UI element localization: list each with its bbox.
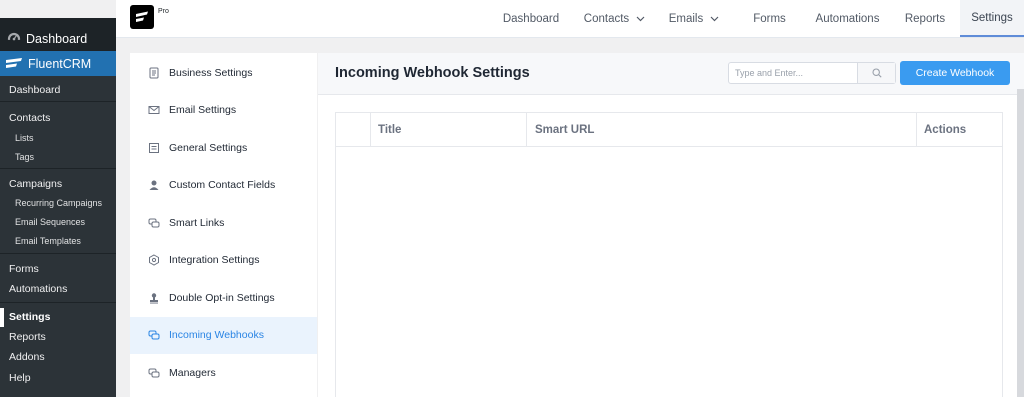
admin-bar-gap bbox=[0, 0, 116, 18]
search-button[interactable] bbox=[857, 63, 895, 83]
search-box bbox=[728, 62, 896, 84]
settings-menu: Business Settings Email Settings General S… bbox=[130, 53, 317, 397]
wp-submenu-item-recurring-campaigns[interactable]: Recurring Campaigns bbox=[0, 195, 116, 211]
wp-submenu-item-tags[interactable]: Tags bbox=[0, 149, 116, 165]
wp-submenu-item-contacts[interactable]: Contacts bbox=[0, 109, 116, 127]
settings-menu-label: Managers bbox=[169, 366, 216, 379]
create-webhook-button[interactable]: Create Webhook bbox=[900, 61, 1010, 85]
settings-menu-item-incoming-webhooks[interactable]: Incoming Webhooks bbox=[130, 316, 317, 354]
column-header-select bbox=[336, 113, 371, 147]
fluentcrm-mark-icon bbox=[136, 11, 148, 22]
webhook-table: Title Smart URL Actions bbox=[335, 112, 1003, 397]
webhook-icon bbox=[148, 329, 160, 341]
wp-submenu-item-campaigns[interactable]: Campaigns bbox=[0, 175, 116, 193]
settings-menu-label: Email Settings bbox=[169, 104, 237, 116]
nav-item-label: Automations bbox=[815, 12, 880, 25]
list-icon bbox=[148, 142, 160, 154]
webhook-settings-panel: Incoming Webhook Settings Create Webhook… bbox=[318, 53, 1024, 397]
wp-submenu-item-help[interactable]: Help bbox=[0, 369, 116, 387]
gauge-icon bbox=[7, 32, 21, 46]
settings-menu-item-general-settings[interactable]: General Settings bbox=[130, 129, 317, 166]
puzzle-icon bbox=[148, 254, 160, 266]
search-icon bbox=[871, 68, 882, 78]
pro-badge: Pro bbox=[158, 8, 169, 15]
chat-icon bbox=[148, 217, 160, 229]
settings-menu-label: Double Opt-in Settings bbox=[169, 291, 275, 304]
nav-item-automations[interactable]: Automations bbox=[803, 0, 892, 37]
wp-submenu-item-forms[interactable]: Forms bbox=[0, 260, 116, 278]
settings-menu-item-email-settings[interactable]: Email Settings bbox=[130, 92, 317, 129]
menu-separator bbox=[0, 253, 116, 254]
settings-menu-item-business-settings[interactable]: Business Settings bbox=[130, 54, 317, 91]
top-navigation: Pro Dashboard Contacts Emails Forms Automati… bbox=[116, 0, 1024, 38]
page-title: Incoming Webhook Settings bbox=[335, 65, 530, 81]
chat-icon bbox=[148, 367, 160, 379]
wp-dashboard-label: Dashboard bbox=[26, 32, 88, 46]
chevron-down-icon bbox=[636, 14, 645, 24]
menu-separator bbox=[0, 101, 116, 102]
fluentcrm-logo[interactable] bbox=[130, 5, 154, 29]
settings-menu-item-custom-contact-fields[interactable]: Custom Contact Fields bbox=[130, 167, 317, 204]
page-scrollbar[interactable] bbox=[1017, 89, 1024, 397]
wp-submenu-item-settings[interactable]: Settings bbox=[0, 308, 116, 326]
column-header-smart-url: Smart URL bbox=[527, 113, 917, 147]
wp-submenu-item-dashboard[interactable]: Dashboard bbox=[0, 81, 116, 99]
fluentcrm-logo-icon bbox=[6, 57, 22, 68]
wp-dashboard-link[interactable]: Dashboard bbox=[0, 28, 116, 50]
wp-submenu-item-email-sequences[interactable]: Email Sequences bbox=[0, 214, 116, 230]
nav-item-forms[interactable]: Forms bbox=[732, 0, 807, 37]
nav-item-contacts[interactable]: Contacts bbox=[573, 0, 656, 37]
settings-menu-label: Incoming Webhooks bbox=[169, 329, 264, 341]
nav-item-emails[interactable]: Emails bbox=[656, 0, 732, 37]
menu-separator bbox=[0, 302, 116, 303]
nav-item-label: Contacts bbox=[583, 12, 630, 25]
document-icon bbox=[148, 67, 160, 79]
column-header-actions: Actions bbox=[924, 124, 967, 136]
nav-item-label: Settings bbox=[971, 11, 1013, 24]
nav-item-label: Forms bbox=[753, 12, 786, 25]
settings-menu-item-smart-links[interactable]: Smart Links bbox=[130, 204, 317, 241]
settings-menu-label: Integration Settings bbox=[169, 254, 260, 266]
nav-item-label: Dashboard bbox=[502, 12, 560, 25]
settings-menu-item-double-opt-in-settings[interactable]: Double Opt-in Settings bbox=[130, 279, 317, 316]
nav-item-settings[interactable]: Settings bbox=[960, 0, 1024, 37]
nav-item-dashboard[interactable]: Dashboard bbox=[491, 0, 571, 37]
wp-submenu-item-email-templates[interactable]: Email Templates bbox=[0, 233, 116, 249]
settings-menu-label: Business Settings bbox=[169, 66, 253, 79]
wp-submenu-item-addons[interactable]: Addons bbox=[0, 348, 116, 366]
wp-submenu-item-lists[interactable]: Lists bbox=[0, 130, 116, 146]
settings-menu-label: Smart Links bbox=[169, 216, 225, 229]
stamp-icon bbox=[148, 292, 160, 304]
nav-item-reports[interactable]: Reports bbox=[892, 0, 958, 37]
nav-item-label: Emails bbox=[668, 12, 704, 25]
envelope-icon bbox=[148, 104, 160, 116]
chevron-down-icon bbox=[710, 14, 719, 24]
fluentcrm-menu-link[interactable]: FluentCRM bbox=[0, 51, 116, 76]
wp-submenu-item-automations[interactable]: Automations bbox=[0, 280, 116, 298]
search-input[interactable] bbox=[729, 63, 857, 83]
nav-item-label: Reports bbox=[904, 12, 946, 25]
settings-menu-label: General Settings bbox=[169, 141, 248, 154]
wp-admin-sidebar: Dashboard FluentCRM Dashboard Contacts Lis… bbox=[0, 0, 116, 397]
menu-separator bbox=[0, 168, 116, 169]
settings-menu-item-managers[interactable]: Managers bbox=[130, 354, 317, 391]
settings-menu-item-integration-settings[interactable]: Integration Settings bbox=[130, 242, 317, 279]
wp-submenu-item-reports[interactable]: Reports bbox=[0, 328, 116, 346]
panel-header: Incoming Webhook Settings Create Webhook bbox=[318, 53, 1024, 95]
settings-menu-label: Custom Contact Fields bbox=[169, 179, 276, 191]
fluentcrm-label: FluentCRM bbox=[28, 56, 92, 71]
user-icon bbox=[148, 179, 160, 191]
table-header-row: Title Smart URL Actions bbox=[336, 113, 1002, 147]
column-header-title: Title bbox=[371, 113, 527, 147]
